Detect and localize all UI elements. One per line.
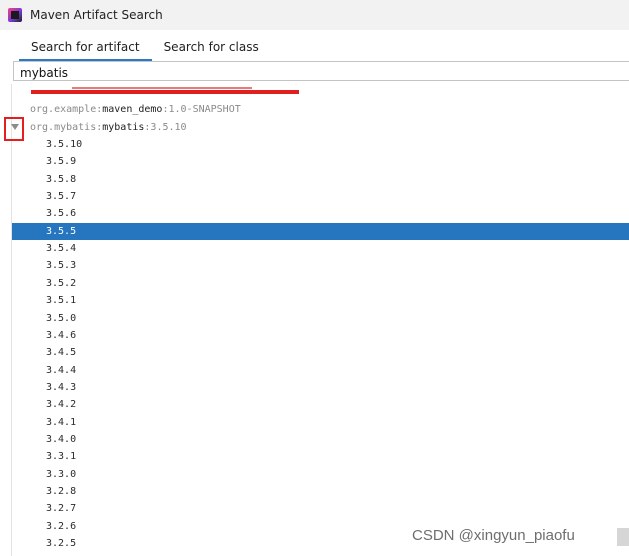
version-row[interactable]: 3.5.1 [12,292,629,309]
version-row[interactable]: 3.5.0 [12,310,629,327]
version-row[interactable]: 3.4.1 [12,414,629,431]
search-field[interactable] [13,61,629,82]
window-title: Maven Artifact Search [30,8,163,22]
redaction-mark [31,90,299,94]
version-row[interactable]: 3.5.7 [12,188,629,205]
version-row[interactable]: 3.5.6 [12,205,629,222]
resize-corner [617,528,629,546]
version-row[interactable]: 3.5.4 [12,240,629,257]
artifact-id: maven_demo [102,104,163,115]
group-id: org.mybatis: [30,122,103,133]
results-list[interactable]: org.example:maven_demo:1.0-SNAPSHOT org.… [11,84,629,556]
version-row[interactable]: 3.4.5 [12,344,629,361]
search-tabs: Search for artifact Search for class [19,36,271,62]
expand-toggle-highlight[interactable] [4,117,24,141]
tab-search-for-class[interactable]: Search for class [152,36,271,59]
intellij-idea-icon [8,8,22,22]
version-row[interactable]: 3.3.1 [12,448,629,465]
version-row[interactable]: 3.5.2 [12,275,629,292]
result-group-row[interactable]: org.example:maven_demo:1.0-SNAPSHOT [12,101,629,118]
group-id: org.example: [30,104,103,115]
artifact-version: :3.5.10 [144,122,187,133]
watermark: CSDN @xingyun_piaofu [412,527,575,544]
version-row[interactable]: 3.4.4 [12,362,629,379]
artifact-id: mybatis [102,122,145,133]
version-row[interactable]: 3.5.3 [12,257,629,274]
version-row[interactable]: 3.5.8 [12,171,629,188]
tab-search-for-artifact[interactable]: Search for artifact [19,36,152,62]
version-row[interactable]: 3.4.6 [12,327,629,344]
triangle-down-icon[interactable] [11,124,19,130]
version-row[interactable]: 3.2.8 [12,483,629,500]
title-bar: Maven Artifact Search [0,0,629,30]
version-row-selected[interactable]: 3.5.5 [12,222,629,240]
version-row[interactable]: 3.4.0 [12,431,629,448]
version-row[interactable]: 3.5.10 [12,136,629,153]
version-row[interactable]: 3.5.9 [12,153,629,170]
redacted-line [72,87,252,89]
version-row[interactable]: 3.4.2 [12,396,629,413]
result-group-row-expanded[interactable]: org.mybatis:mybatis:3.5.10 [12,119,629,136]
version-row[interactable]: 3.4.3 [12,379,629,396]
artifact-version: :1.0-SNAPSHOT [162,104,241,115]
version-row[interactable]: 3.3.0 [12,466,629,483]
search-input[interactable] [14,64,580,82]
version-row[interactable]: 3.2.7 [12,500,629,517]
